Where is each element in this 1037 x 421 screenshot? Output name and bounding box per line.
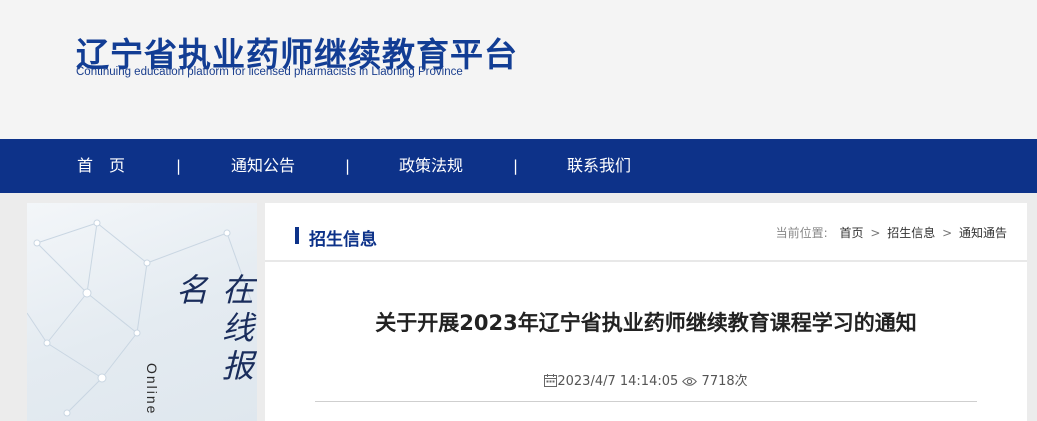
nav-item-notices[interactable]: 通知公告 [231, 139, 295, 193]
article-title: 关于开展2023年辽宁省执业药师继续教育课程学习的通知 [375, 311, 917, 335]
nav-item-contact[interactable]: 联系我们 [567, 139, 631, 193]
banner-vertical-title: 在线报名 [171, 273, 255, 387]
article-view-count: 7718次 [701, 374, 748, 389]
article-divider [315, 401, 977, 402]
banner-vertical-english: Online [144, 363, 160, 416]
nav-separator: | [345, 157, 351, 175]
breadcrumb-item-notices[interactable]: 通知通告 [959, 226, 1007, 240]
nav-item-policies[interactable]: 政策法规 [399, 139, 463, 193]
breadcrumb-separator: > [942, 226, 953, 240]
section-accent-bar [295, 227, 299, 244]
online-registration-banner[interactable]: 在线报名 Online [27, 203, 257, 421]
nav-separator: | [176, 157, 182, 175]
article-datetime: 2023/4/7 14:14:05 [557, 374, 679, 389]
calendar-icon [544, 374, 558, 389]
nav-separator: | [513, 157, 519, 175]
nav-item-home[interactable]: 首 页 [77, 139, 125, 193]
breadcrumb-item-enrollment[interactable]: 招生信息 [887, 226, 935, 240]
site-logo-subtitle: Continuing education platform for licens… [76, 66, 463, 78]
section-title: 招生信息 [309, 230, 377, 250]
site-header: 辽宁省执业药师继续教育平台 Continuing education platf… [0, 0, 1037, 139]
section-header: 招生信息 当前位置: 首页 > 招生信息 > 通知通告 [265, 203, 1027, 262]
breadcrumb-item-home[interactable]: 首页 [840, 226, 864, 240]
article-panel: 招生信息 当前位置: 首页 > 招生信息 > 通知通告 关于开展2023年辽宁省… [265, 203, 1027, 421]
breadcrumb-label: 当前位置: [775, 226, 828, 240]
eye-icon [682, 374, 698, 389]
main-nav: 首 页 | 通知公告 | 政策法规 | 联系我们 [0, 139, 1037, 193]
article-meta: 2023/4/7 14:14:05 7718次 [265, 370, 1027, 389]
breadcrumb-separator: > [870, 226, 881, 240]
breadcrumb: 当前位置: 首页 > 招生信息 > 通知通告 [776, 224, 1007, 241]
